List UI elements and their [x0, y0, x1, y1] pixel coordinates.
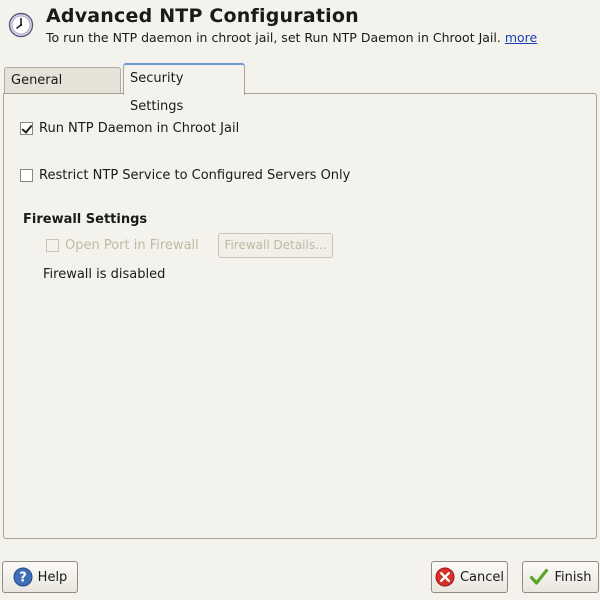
open-port-option: Open Port in Firewall: [46, 238, 199, 253]
finish-button[interactable]: Finish: [522, 561, 599, 593]
checkmark-icon: [529, 567, 549, 587]
cancel-button-label: Cancel: [459, 569, 505, 585]
svg-text:?: ?: [19, 571, 27, 586]
header: Advanced NTP Configuration To run the NT…: [0, 0, 600, 54]
firewall-status-text: Firewall is disabled: [43, 267, 166, 282]
tab-general-settings[interactable]: General Settings: [4, 67, 121, 114]
more-link[interactable]: more: [505, 30, 537, 45]
chroot-jail-option[interactable]: Run NTP Daemon in Chroot Jail: [20, 121, 239, 136]
tab-bar: General Settings Security Settings: [4, 62, 596, 114]
restrict-service-checkbox[interactable]: [20, 169, 33, 182]
cancel-button[interactable]: Cancel: [431, 561, 508, 593]
restrict-service-label: Restrict NTP Service to Configured Serve…: [39, 168, 351, 183]
open-port-label: Open Port in Firewall: [65, 238, 199, 253]
tab-security-settings[interactable]: Security Settings: [123, 63, 245, 114]
firewall-settings-heading: Firewall Settings: [23, 212, 148, 227]
clock-icon: [8, 12, 34, 38]
restrict-service-option[interactable]: Restrict NTP Service to Configured Serve…: [20, 168, 350, 183]
ntp-config-window: Advanced NTP Configuration To run the NT…: [0, 0, 600, 600]
chroot-jail-label: Run NTP Daemon in Chroot Jail: [39, 121, 240, 136]
subtitle-text: To run the NTP daemon in chroot jail, se…: [46, 30, 501, 45]
page-title: Advanced NTP Configuration: [46, 5, 359, 27]
help-icon: ?: [13, 567, 33, 587]
page-subtitle: To run the NTP daemon in chroot jail, se…: [46, 30, 537, 45]
help-button[interactable]: ? Help: [2, 561, 78, 593]
finish-button-label: Finish: [554, 569, 592, 585]
security-settings-panel: Run NTP Daemon in Chroot Jail Restrict N…: [3, 93, 597, 539]
cancel-icon: [435, 567, 455, 587]
firewall-details-button: Firewall Details...: [218, 233, 333, 258]
open-port-checkbox: [46, 239, 59, 252]
help-button-label: Help: [37, 569, 68, 585]
tab-security-settings-label: Security Settings: [130, 71, 184, 114]
chroot-jail-checkbox[interactable]: [20, 122, 33, 135]
